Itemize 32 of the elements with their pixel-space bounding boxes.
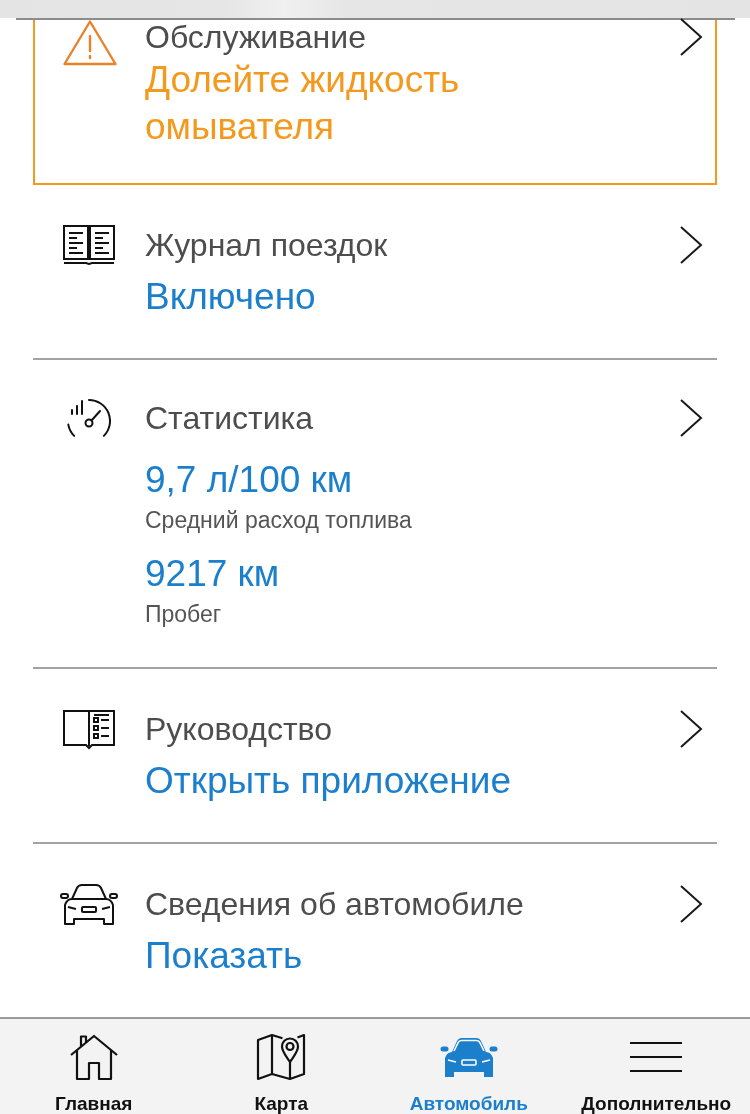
tab[interactable]: Главная — [0, 1019, 188, 1114]
chevron-icon[interactable] — [679, 17, 703, 57]
status-text: Показать — [145, 934, 304, 978]
stat-value: 9,7 л/100 км — [145, 458, 354, 502]
chevron-icon[interactable] — [679, 398, 703, 438]
chevron-icon[interactable] — [679, 225, 703, 265]
car-icon — [439, 1036, 498, 1078]
map-pin-icon — [256, 1033, 307, 1081]
row-title: Руководство — [145, 710, 332, 749]
chevron-icon[interactable] — [679, 709, 703, 749]
row-title: Журнал поездок — [145, 226, 388, 265]
chevron-icon[interactable] — [679, 884, 703, 924]
car-icon — [60, 883, 118, 925]
stat-label: Пробег — [145, 600, 223, 628]
tab[interactable]: Карта — [187, 1019, 375, 1114]
status-text: Открыть приложение — [145, 759, 513, 803]
warning-message: Долейте жидкость омывателя — [145, 58, 461, 149]
menu-icon — [630, 1042, 683, 1072]
house-icon — [68, 1033, 119, 1081]
warning-icon — [63, 20, 117, 66]
tab[interactable]: Автомобиль — [375, 1019, 563, 1114]
row-title: Сведения об автомобиле — [145, 885, 524, 924]
open-book-icon — [63, 225, 115, 265]
row-title: Статистика — [145, 399, 314, 438]
status-text: Включено — [145, 275, 317, 319]
row-title: Обслуживание — [145, 20, 366, 54]
stat-label: Средний расход топлива — [145, 506, 413, 534]
tab[interactable]: Дополнительно — [562, 1019, 750, 1114]
stat-value: 9217 км — [145, 552, 281, 596]
gauge-icon — [67, 398, 111, 438]
alert-card[interactable]: Обслуживание Долейте жидкость омывателя — [33, 20, 717, 185]
book-list-icon — [63, 708, 115, 750]
